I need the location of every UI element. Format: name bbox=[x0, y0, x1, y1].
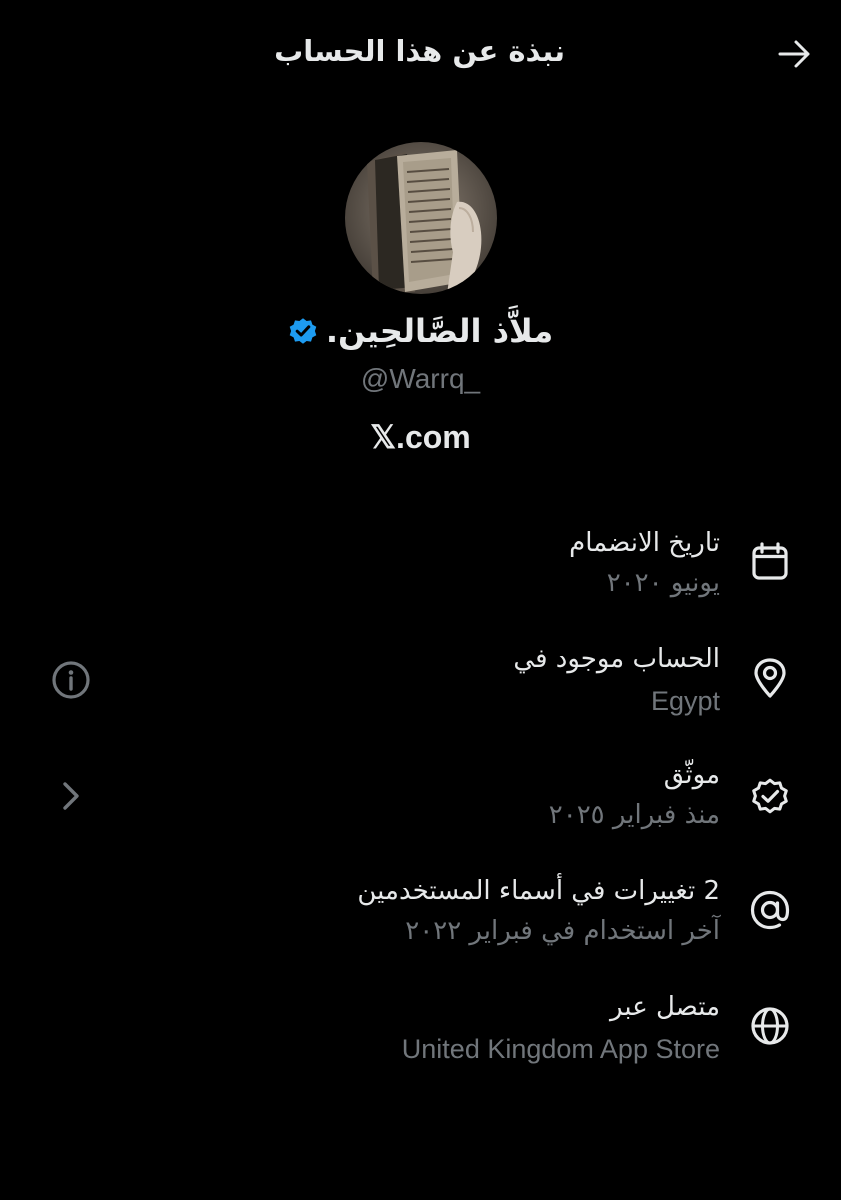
verified-badge-icon[interactable] bbox=[288, 316, 318, 346]
row-title: متصل عبر bbox=[610, 992, 720, 1022]
page-title: نبذة عن هذا الحساب bbox=[274, 34, 565, 68]
row-subtitle: منذ فبراير ٢٠٢٥ bbox=[548, 800, 720, 830]
row-subtitle: آخر استخدام في فبراير ٢٠٢٢ bbox=[405, 916, 720, 946]
row-title: تاريخ الانضمام bbox=[569, 528, 720, 558]
row-title: 2 تغييرات في أسماء المستخدمين bbox=[357, 876, 720, 906]
display-name: ملاَّذ الصَّالحِين. bbox=[325, 312, 554, 350]
location-pin-icon bbox=[747, 655, 793, 701]
at-sign-icon bbox=[747, 887, 793, 933]
row-title: الحساب موجود في bbox=[513, 644, 720, 674]
info-icon[interactable] bbox=[50, 659, 92, 701]
chevron-right-icon[interactable] bbox=[50, 775, 92, 817]
username-handle: @Warrq_ bbox=[360, 363, 481, 394]
header-bar: نبذة عن هذا الحساب bbox=[0, 0, 841, 106]
row-subtitle: United Kingdom App Store bbox=[401, 1034, 720, 1064]
avatar[interactable] bbox=[345, 142, 497, 294]
info-row-join-date: تاريخ الانضمام يونيو ٢٠٢٠ bbox=[0, 522, 841, 622]
display-name-row: ملاَّذ الصَّالحِين. bbox=[0, 312, 841, 350]
x-brand-text: 𝕏.com bbox=[370, 419, 471, 455]
row-title: موثّق bbox=[663, 760, 720, 790]
info-row-location: الحساب موجود في Egypt bbox=[0, 638, 841, 738]
globe-icon bbox=[747, 1003, 793, 1049]
info-row-verified: موثّق منذ فبراير ٢٠٢٥ bbox=[0, 754, 841, 854]
calendar-icon bbox=[747, 539, 793, 585]
info-row-username-changes: 2 تغييرات في أسماء المستخدمين آخر استخدا… bbox=[0, 870, 841, 970]
verified-check-icon bbox=[747, 773, 793, 819]
row-subtitle: يونيو ٢٠٢٠ bbox=[606, 568, 720, 598]
row-subtitle: Egypt bbox=[650, 686, 720, 716]
info-row-connected-via: متصل عبر United Kingdom App Store bbox=[0, 986, 841, 1086]
back-arrow-button[interactable] bbox=[775, 34, 815, 74]
arrow-right-icon bbox=[778, 40, 810, 68]
